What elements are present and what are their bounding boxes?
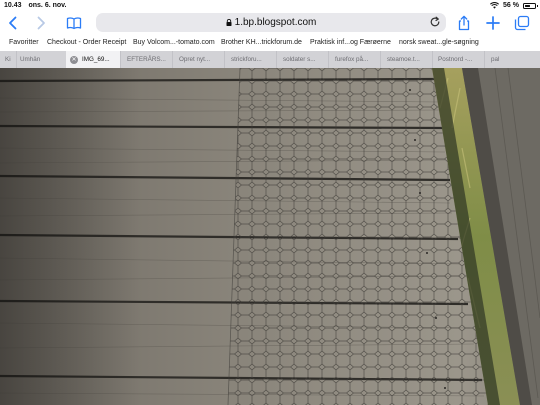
- favorites-item[interactable]: Praktisk inf...og Færøerne: [310, 39, 391, 46]
- boardwalk-photo: [0, 68, 540, 405]
- tab[interactable]: Ki: [0, 51, 16, 68]
- wifi-icon: [490, 2, 500, 9]
- tab[interactable]: furefox på...: [328, 51, 380, 68]
- favorites-bar: Favoritter Checkout - Order Receipt Buy …: [0, 36, 540, 51]
- tab-active[interactable]: ✕ IMG_69...: [66, 51, 120, 68]
- tab-bar: Ki Umhän ✕ IMG_69... EFTERÅRS... Opret ny…: [0, 51, 540, 68]
- chevron-right-icon[interactable]: [33, 15, 49, 31]
- plus-icon[interactable]: [485, 15, 501, 31]
- favorites-item[interactable]: Buy Volcom...-tomato.com: [133, 39, 215, 46]
- tab[interactable]: EFTERÅRS...: [120, 51, 172, 68]
- share-icon[interactable]: [456, 15, 472, 31]
- status-date: ons. 6. nov.: [28, 2, 67, 9]
- battery-percent: 56 %: [503, 2, 519, 9]
- status-bar: 10.43 ons. 6. nov. 56 %: [0, 0, 540, 12]
- tab[interactable]: soldater s...: [276, 51, 328, 68]
- favorites-item[interactable]: Checkout - Order Receipt: [47, 39, 126, 46]
- close-tab-icon[interactable]: ✕: [70, 56, 78, 64]
- open-book-icon[interactable]: [66, 15, 82, 31]
- reload-icon[interactable]: [429, 16, 441, 28]
- browser-toolbar: 1.bp.blogspot.com: [0, 12, 540, 34]
- address-text: 1.bp.blogspot.com: [234, 17, 317, 28]
- tab[interactable]: strickforu...: [224, 51, 276, 68]
- status-time: 10.43: [4, 2, 22, 9]
- tabs-icon[interactable]: [514, 15, 530, 31]
- address-bar[interactable]: 1.bp.blogspot.com: [96, 13, 446, 32]
- favorites-item[interactable]: Favoritter: [9, 39, 39, 46]
- favorites-item[interactable]: Brother KH...trickforum.de: [221, 39, 302, 46]
- tab[interactable]: steamoe.t...: [380, 51, 432, 68]
- tab[interactable]: pal: [484, 51, 540, 68]
- battery-icon: [523, 2, 538, 9]
- chevron-left-icon[interactable]: [5, 15, 21, 31]
- tab[interactable]: Umhän: [16, 51, 66, 68]
- lock-icon: [226, 19, 232, 26]
- favorites-item[interactable]: norsk sweat...gle-søgning: [399, 39, 479, 46]
- tab[interactable]: Postnord -...: [432, 51, 484, 68]
- tab[interactable]: Opret nyt...: [172, 51, 224, 68]
- web-content[interactable]: [0, 68, 540, 405]
